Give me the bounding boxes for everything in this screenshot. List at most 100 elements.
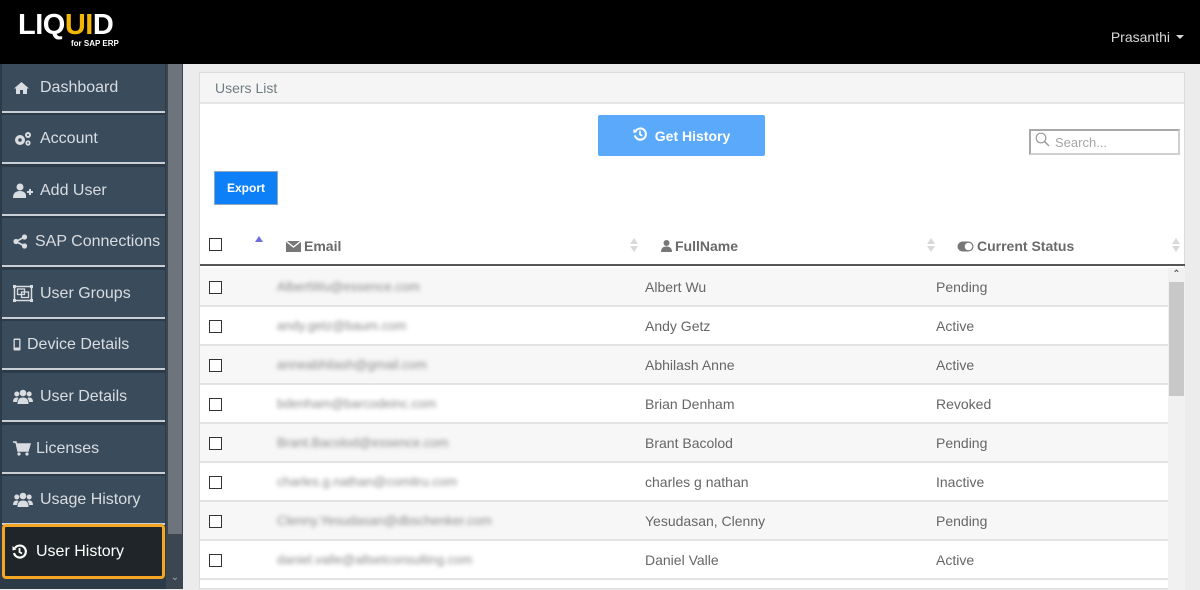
column-header-email[interactable]: Email [286, 228, 341, 264]
sort-both-icon[interactable] [926, 238, 936, 254]
user-plus-icon [13, 183, 35, 198]
email-cell: Brant.Bacolod@essence.com [277, 435, 449, 450]
export-button[interactable]: Export [214, 171, 278, 205]
fullname-cell: Daniel Valle [645, 552, 719, 568]
status-cell: Pending [936, 513, 988, 529]
table-scrollbar-thumb[interactable] [1169, 282, 1184, 396]
table-row[interactable]: bdenham@barcodeinc.com Brian Denham Revo… [200, 385, 1168, 424]
table-header: Email FullName Current Status [200, 228, 1185, 266]
sidebar-item-add-user[interactable]: Add User [2, 167, 165, 216]
column-header-status[interactable]: Current Status [957, 228, 1074, 264]
sidebar-item-label: User Details [40, 387, 128, 405]
status-cell: Pending [936, 279, 988, 295]
row-checkbox[interactable] [209, 515, 222, 528]
email-cell: Clenny.Yesudasan@dbschenker.com [277, 513, 492, 528]
select-all-checkbox[interactable] [209, 238, 222, 251]
table-row[interactable]: Brant.Bacolod@essence.com Brant Bacolod … [200, 424, 1168, 463]
sidebar-item-account[interactable]: Account [2, 115, 165, 164]
row-checkbox[interactable] [209, 281, 222, 294]
search-icon [1035, 132, 1050, 152]
fullname-cell: Brant Bacolod [645, 435, 733, 451]
search-box[interactable] [1029, 129, 1180, 155]
table-row[interactable]: charles.g.nathan@comitru.com charles g n… [200, 463, 1168, 502]
sidebar-item-label: SAP Connections [35, 232, 161, 250]
status-cell: Active [936, 318, 975, 334]
sidebar-item-user-groups[interactable]: User Groups [2, 270, 165, 319]
toggle-icon [957, 241, 974, 252]
status-cell: Revoked [936, 396, 992, 412]
column-header-label: FullName [675, 238, 739, 254]
table-row[interactable]: Clenny.Yesudasan@dbschenker.com Yesudasa… [200, 502, 1168, 541]
chevron-up-icon[interactable]: ⌃ [1168, 268, 1185, 282]
get-history-label: Get History [654, 127, 731, 144]
sidebar-item-user-history[interactable]: User History [2, 524, 165, 579]
email-cell: bdenham@barcodeinc.com [277, 396, 437, 411]
table-body: AlbertWu@essence.com Albert Wu Pending a… [200, 268, 1168, 580]
table-row[interactable]: daniel.valle@allsetconsulting.com Daniel… [200, 541, 1168, 580]
caret-down-icon [1176, 35, 1184, 39]
user-icon [661, 240, 672, 252]
sidebar-item-label: User History [36, 542, 125, 560]
liquid-logo[interactable]: LIQUID for SAP ERP [18, 10, 130, 54]
status-cell: Active [936, 552, 975, 568]
table-scrollbar[interactable]: ⌃ [1168, 268, 1185, 590]
sidebar-item-sap-connections[interactable]: SAP Connections [2, 218, 165, 267]
email-cell: anneabhilash@gmail.com [277, 357, 427, 372]
status-cell: Pending [936, 435, 988, 451]
fullname-cell: charles g nathan [645, 474, 749, 490]
user-menu[interactable]: Prasanthi [1111, 29, 1184, 45]
chevron-down-icon[interactable]: ⌄ [168, 572, 182, 586]
row-checkbox[interactable] [209, 437, 222, 450]
sort-both-icon[interactable] [629, 238, 639, 254]
status-cell: Active [936, 357, 975, 373]
logo-subtitle: for SAP ERP [71, 39, 119, 48]
row-checkbox[interactable] [209, 320, 222, 333]
column-header-label: Current Status [977, 238, 1075, 254]
table-row[interactable]: anneabhilash@gmail.com Abhilash Anne Act… [200, 346, 1168, 385]
fullname-cell: Abhilash Anne [645, 357, 735, 373]
mobile-icon [13, 338, 23, 351]
sidebar-item-user-details[interactable]: User Details [2, 373, 165, 422]
sidebar-item-licenses[interactable]: Licenses [2, 425, 165, 474]
logo-wordmark: LIQUID [18, 9, 114, 41]
sidebar-item-usage-history[interactable]: Usage History [2, 476, 165, 525]
sort-both-icon[interactable] [1171, 238, 1181, 254]
row-checkbox[interactable] [209, 398, 222, 411]
fullname-cell: Andy Getz [645, 318, 711, 334]
sidebar-item-label: Usage History [40, 490, 141, 508]
sidebar-item-dashboard[interactable]: Dashboard [2, 64, 165, 113]
row-checkbox[interactable] [209, 359, 222, 372]
status-cell: Inactive [936, 474, 985, 490]
table-row[interactable]: AlbertWu@essence.com Albert Wu Pending [200, 268, 1168, 307]
gears-icon [13, 131, 35, 147]
row-checkbox[interactable] [209, 554, 222, 567]
home-icon [13, 81, 35, 95]
history-icon [12, 544, 30, 559]
object-group-icon [13, 285, 35, 302]
fullname-cell: Yesudasan, Clenny [645, 513, 766, 529]
sidebar-scrollbar-thumb[interactable] [168, 64, 182, 534]
history-icon [633, 127, 647, 144]
table-row[interactable]: andy.getz@baum.com Andy Getz Active [200, 307, 1168, 346]
users-icon [13, 389, 35, 404]
sidebar-item-label: Add User [40, 181, 107, 199]
panel-title: Users List [200, 73, 1184, 104]
envelope-icon [286, 240, 301, 252]
users-icon [13, 492, 35, 507]
column-header-label: Email [304, 238, 342, 254]
email-cell: charles.g.nathan@comitru.com [277, 474, 458, 489]
content-gutter [183, 64, 199, 589]
cart-icon [13, 441, 33, 456]
get-history-button[interactable]: Get History [598, 115, 765, 156]
email-cell: daniel.valle@allsetconsulting.com [277, 552, 473, 567]
sidebar-item-label: User Groups [40, 284, 131, 302]
top-bar: LIQUID for SAP ERP Prasanthi [0, 0, 1200, 64]
sort-asc-icon[interactable] [255, 236, 263, 242]
sidebar-item-label: Device Details [27, 335, 130, 353]
column-header-fullname[interactable]: FullName [661, 228, 738, 264]
row-checkbox[interactable] [209, 476, 222, 489]
sidebar-item-device-details[interactable]: Device Details [2, 321, 165, 370]
email-cell: AlbertWu@essence.com [277, 279, 421, 294]
user-name: Prasanthi [1110, 29, 1170, 45]
search-input[interactable] [1055, 134, 1175, 150]
